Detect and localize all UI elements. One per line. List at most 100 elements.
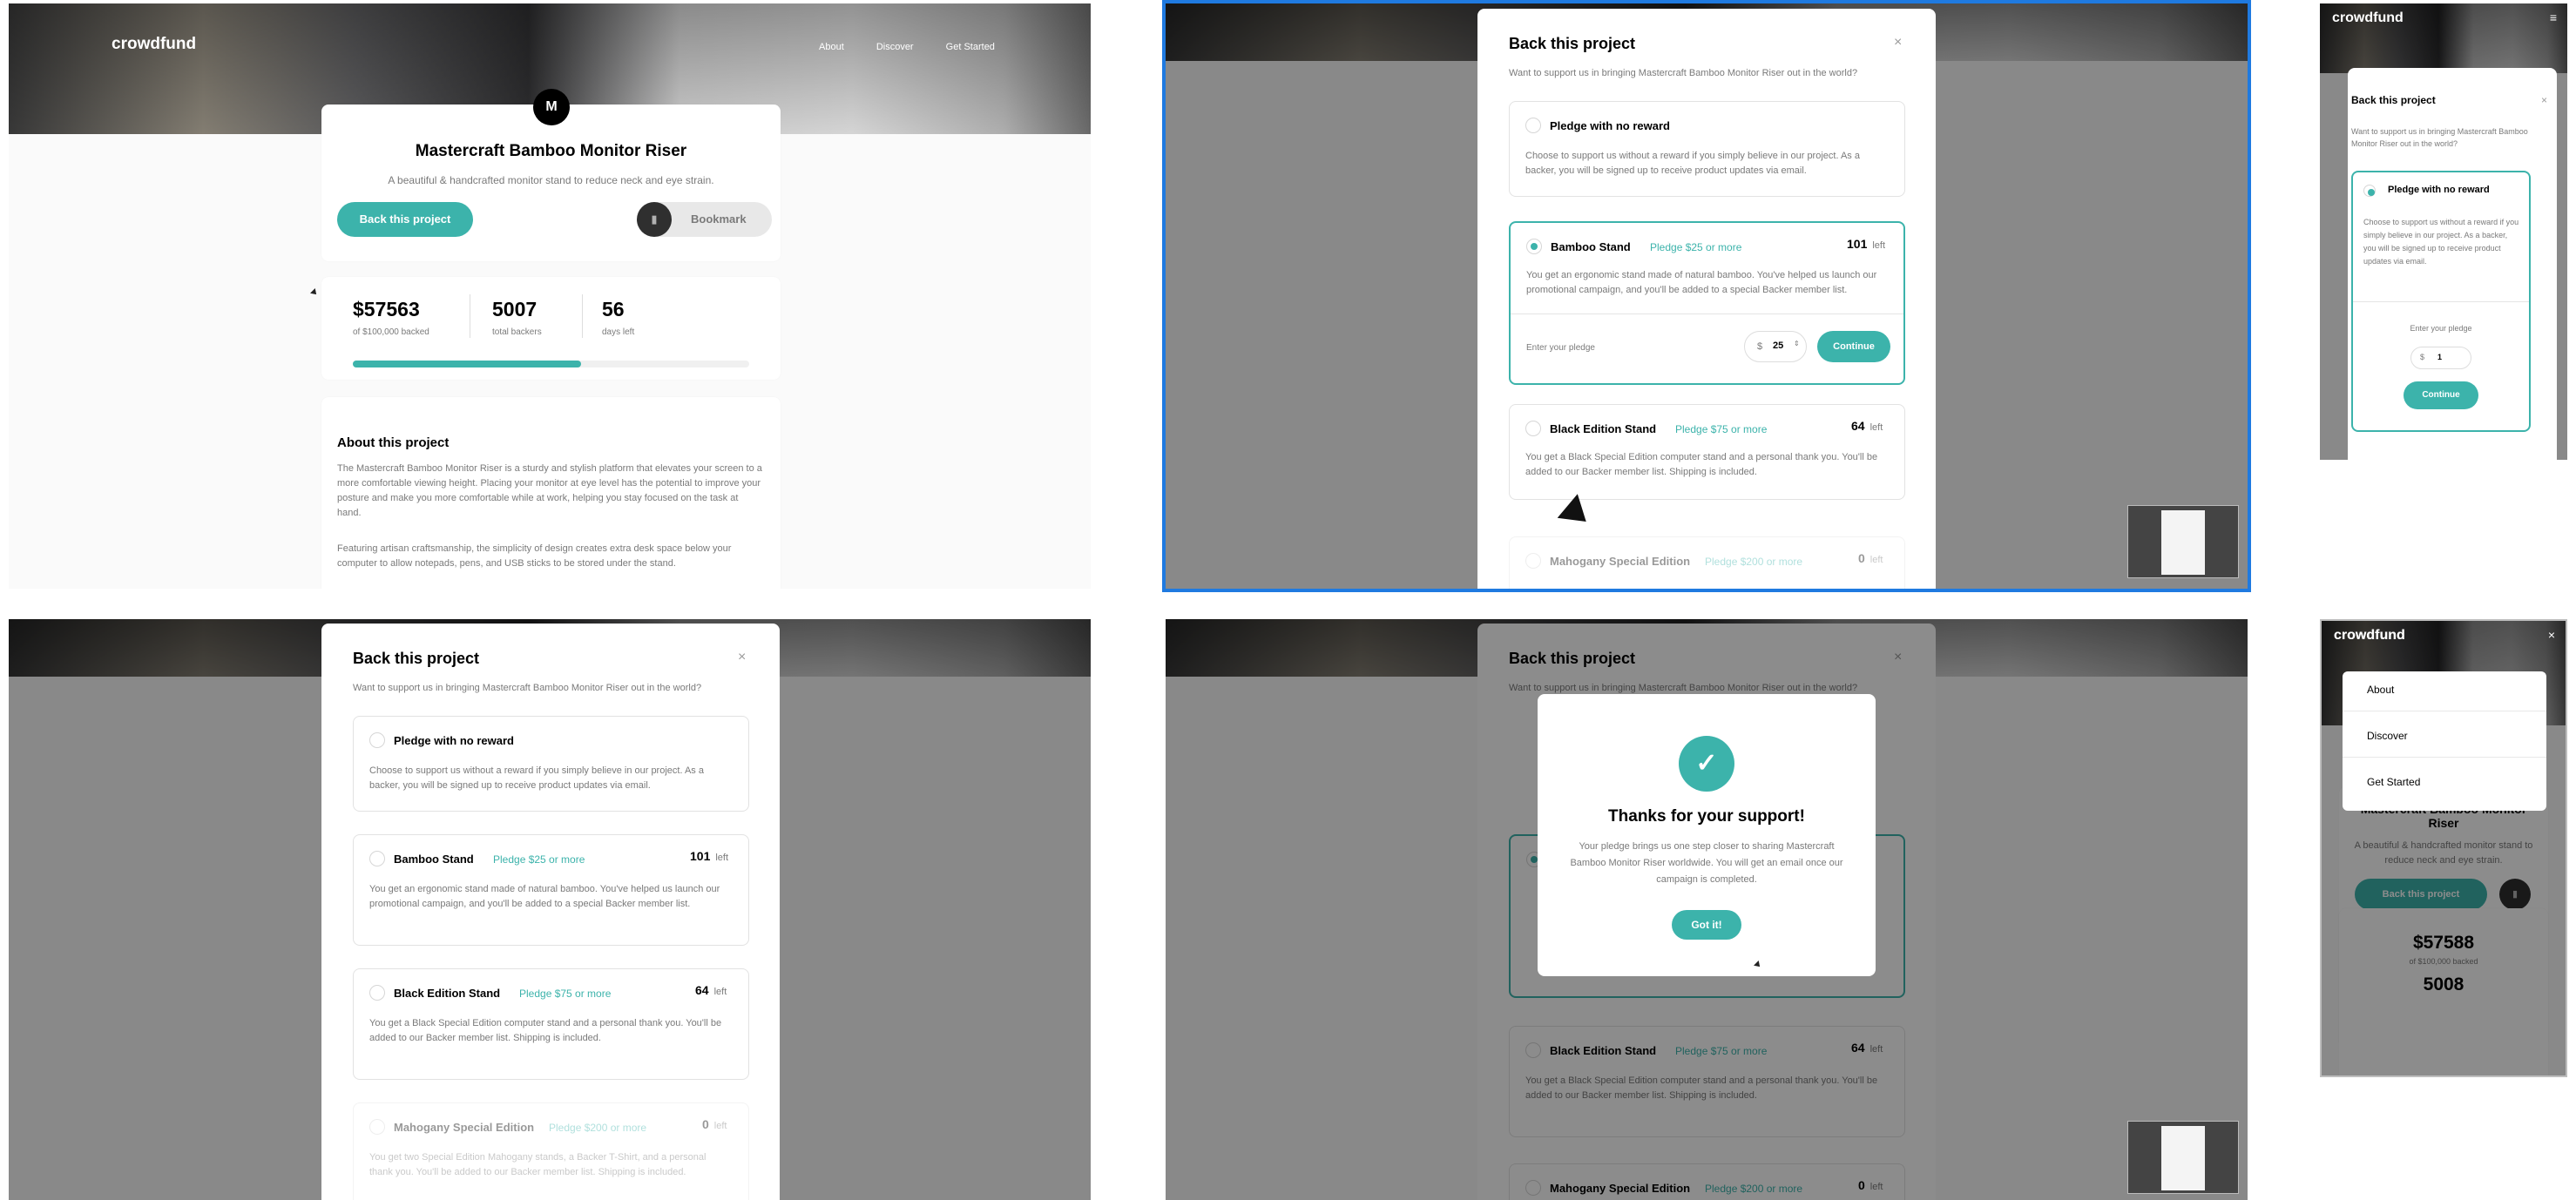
top-nav: About Discover Get Started xyxy=(789,42,995,52)
radio-button[interactable] xyxy=(2363,185,2376,197)
project-logo-icon: M xyxy=(533,89,570,125)
left-word: left xyxy=(1869,422,1883,433)
option-name: Mahogany Special Edition xyxy=(394,1121,535,1134)
mobile-menu-panel: crowdfund × Mastercraft Bamboo Monitor R… xyxy=(2320,619,2567,1077)
left-word: left xyxy=(715,853,729,863)
enter-pledge-label: Enter your pledge xyxy=(1526,343,1595,353)
option-name: Black Edition Stand xyxy=(1550,422,1657,435)
amount-caption: of $100,000 backed xyxy=(353,327,429,337)
currency-symbol: $ xyxy=(2420,353,2425,361)
logo[interactable]: crowdfund xyxy=(2334,628,2405,644)
backers-caption: total backers xyxy=(492,327,542,337)
radio-button[interactable] xyxy=(1525,421,1541,436)
option-left: 101 left xyxy=(1847,237,1885,251)
pledge-input[interactable]: $ 1 xyxy=(2410,347,2471,369)
option-no-reward[interactable]: Pledge with no reward Choose to support … xyxy=(2351,171,2531,432)
pledge-input[interactable]: $ 25 ⇕ xyxy=(1744,331,1807,362)
continue-button[interactable]: Continue xyxy=(1817,331,1890,362)
project-title: Mastercraft Bamboo Monitor Riser xyxy=(415,142,687,160)
option-black-edition[interactable]: Black Edition Stand Pledge $75 or more 6… xyxy=(1509,404,1905,500)
modal-subtitle: Want to support us in bringing Mastercra… xyxy=(2351,127,2528,148)
left-count: 101 xyxy=(690,849,711,863)
option-pledge: Pledge $25 or more xyxy=(493,853,585,866)
about-title: About this project xyxy=(337,435,450,450)
radio-button[interactable] xyxy=(1526,239,1542,254)
divider xyxy=(2353,301,2529,302)
menu-item-get-started[interactable]: Get Started xyxy=(2367,776,2420,788)
back-project-button[interactable]: Back this project xyxy=(337,202,473,237)
left-count: 64 xyxy=(695,983,709,997)
menu-item-discover[interactable]: Discover xyxy=(2367,730,2408,742)
option-pledge: Pledge $25 or more xyxy=(1650,241,1742,253)
option-bamboo-stand[interactable]: Bamboo Stand Pledge $25 or more 101 left … xyxy=(1509,221,1905,385)
option-left: 101 left xyxy=(690,849,728,863)
option-mahogany: Mahogany Special Edition Pledge $200 or … xyxy=(1509,536,1905,589)
mobile-modal-panel: crowdfund ≡ Back this project × Want to … xyxy=(2320,3,2567,460)
option-name: Pledge with no reward xyxy=(2388,185,2490,195)
divider xyxy=(582,294,583,338)
modal-subtitle: Want to support us in bringing Mastercra… xyxy=(353,683,702,693)
amount-backed: $57563 xyxy=(353,298,420,320)
modal-subtitle: Want to support us in bringing Mastercra… xyxy=(1509,68,1858,78)
option-no-reward[interactable]: Pledge with no reward Choose to support … xyxy=(1509,101,1905,197)
stats-card: $57563 of $100,000 backed 5007 total bac… xyxy=(321,277,781,380)
option-left: 0 left xyxy=(702,1117,727,1131)
option-description: Choose to support us without a reward if… xyxy=(2363,218,2519,266)
hamburger-icon[interactable]: ≡ xyxy=(2550,10,2557,24)
radio-button xyxy=(1525,553,1541,569)
divider xyxy=(1511,313,1903,314)
nav-discover[interactable]: Discover xyxy=(876,42,914,52)
option-description: You get a Black Special Edition computer… xyxy=(369,1018,722,1043)
left-word: left xyxy=(713,1121,727,1131)
nav-about[interactable]: About xyxy=(819,42,844,52)
about-paragraph-1: The Mastercraft Bamboo Monitor Riser is … xyxy=(337,463,762,518)
option-name: Pledge with no reward xyxy=(394,734,514,747)
menu-item-about[interactable]: About xyxy=(2367,684,2394,696)
option-name: Bamboo Stand xyxy=(1551,240,1631,253)
landing-page-panel: crowdfund About Discover Get Started M M… xyxy=(9,3,1091,589)
about-card: About this project The Mastercraft Bambo… xyxy=(321,397,781,589)
bookmark-button[interactable]: ▮ Bookmark xyxy=(637,202,772,237)
logo[interactable]: crowdfund xyxy=(2332,10,2404,26)
close-icon[interactable]: × xyxy=(2541,94,2547,106)
bookmark-icon: ▮ xyxy=(637,202,672,237)
radio-button[interactable] xyxy=(369,732,385,748)
got-it-button[interactable]: Got it! xyxy=(1672,910,1741,940)
enter-pledge-label: Enter your pledge xyxy=(2410,324,2472,333)
project-header-card: M Mastercraft Bamboo Monitor Riser A bea… xyxy=(321,89,781,261)
left-count: 0 xyxy=(702,1117,709,1131)
option-name: Black Edition Stand xyxy=(394,987,501,1000)
days-left: 56 xyxy=(602,298,625,320)
modal-title: Back this project xyxy=(353,650,480,667)
option-no-reward[interactable]: Pledge with no reward Choose to support … xyxy=(353,716,749,812)
success-title: Thanks for your support! xyxy=(1608,807,1805,826)
left-count: 101 xyxy=(1847,237,1868,251)
progress-track xyxy=(353,361,749,367)
option-name: Mahogany Special Edition xyxy=(1550,555,1691,568)
option-left: 64 left xyxy=(695,983,727,997)
option-left: 0 left xyxy=(1858,551,1883,565)
left-word: left xyxy=(1872,240,1886,251)
radio-button[interactable] xyxy=(1525,118,1541,133)
close-menu-icon[interactable]: × xyxy=(2548,628,2555,642)
left-count: 64 xyxy=(1851,419,1865,433)
left-count: 0 xyxy=(1858,551,1865,565)
logo[interactable]: crowdfund xyxy=(112,35,196,54)
days-caption: days left xyxy=(602,327,635,337)
nav-get-started[interactable]: Get Started xyxy=(946,42,995,52)
option-description: You get an ergonomic stand made of natur… xyxy=(1526,270,1877,295)
screen-thumbnail xyxy=(2127,1121,2239,1194)
radio-button[interactable] xyxy=(369,851,385,866)
stepper-icon[interactable]: ⇕ xyxy=(1794,340,1800,347)
option-mahogany: Mahogany Special Edition Pledge $200 or … xyxy=(353,1102,749,1200)
radio-button[interactable] xyxy=(369,985,385,1001)
continue-button[interactable]: Continue xyxy=(2404,381,2478,409)
close-icon[interactable]: × xyxy=(738,650,746,665)
option-bamboo-stand[interactable]: Bamboo Stand Pledge $25 or more 101 left … xyxy=(353,834,749,946)
back-project-modal: Back this project × Want to support us i… xyxy=(1477,9,1936,589)
option-black-edition[interactable]: Black Edition Stand Pledge $75 or more 6… xyxy=(353,968,749,1080)
close-icon[interactable]: × xyxy=(1894,35,1902,51)
pledge-modal-panel: Back this project × Want to support us i… xyxy=(9,619,1091,1200)
option-description: Choose to support us without a reward if… xyxy=(1525,151,1860,176)
left-word: left xyxy=(713,987,727,997)
